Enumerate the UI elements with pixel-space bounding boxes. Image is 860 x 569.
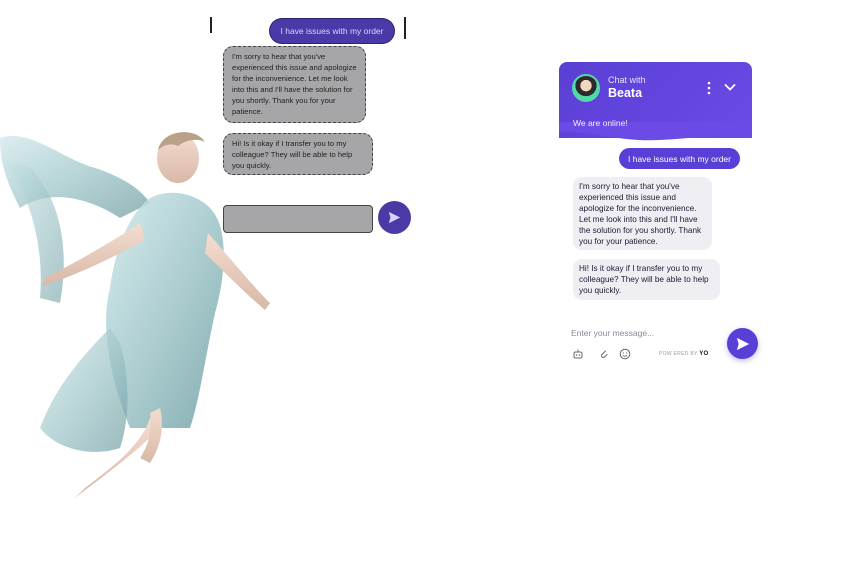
- cutout-user-message: I have issues with my order: [270, 19, 394, 43]
- cutout-bot-message: I'm sorry to hear that you've experience…: [223, 46, 366, 123]
- message-composer: POW ERED BY YO: [559, 320, 759, 374]
- online-status: We are online!: [573, 118, 628, 128]
- chat-with-label: Chat with: [608, 75, 646, 85]
- floating-woman-illustration: [0, 132, 270, 498]
- cutout-bot-message: Hi! Is it okay if I transfer you to my c…: [223, 133, 373, 175]
- chat-widget: Chat with Beata We are online! I have is…: [559, 62, 759, 374]
- message-input[interactable]: [571, 324, 721, 342]
- send-icon: [388, 211, 401, 224]
- chevron-down-icon[interactable]: [724, 82, 736, 92]
- emoji-icon[interactable]: [619, 348, 631, 360]
- user-message: I have issues with my order: [619, 148, 740, 169]
- bot-message: I'm sorry to hear that you've experience…: [573, 177, 712, 250]
- cutout-message-input: [223, 205, 373, 233]
- powered-by[interactable]: POW ERED BY YO: [659, 351, 708, 357]
- bot-icon[interactable]: [572, 348, 584, 360]
- more-options-icon[interactable]: [705, 81, 713, 95]
- cutout-edge-line: [404, 17, 406, 39]
- agent-name: Beata: [608, 86, 643, 100]
- send-icon: [736, 337, 749, 350]
- send-button[interactable]: [727, 328, 758, 359]
- avatar: [572, 74, 600, 102]
- page: I have issues with my order I'm sorry to…: [0, 0, 860, 569]
- cutout-send-button: [378, 201, 411, 234]
- powered-by-label: POW ERED BY: [659, 351, 698, 357]
- attachment-icon[interactable]: [598, 348, 610, 360]
- bot-message: Hi! Is it okay if I transfer you to my c…: [573, 259, 720, 300]
- cutout-edge-line: [210, 17, 212, 33]
- powered-by-brand: YO: [699, 351, 709, 357]
